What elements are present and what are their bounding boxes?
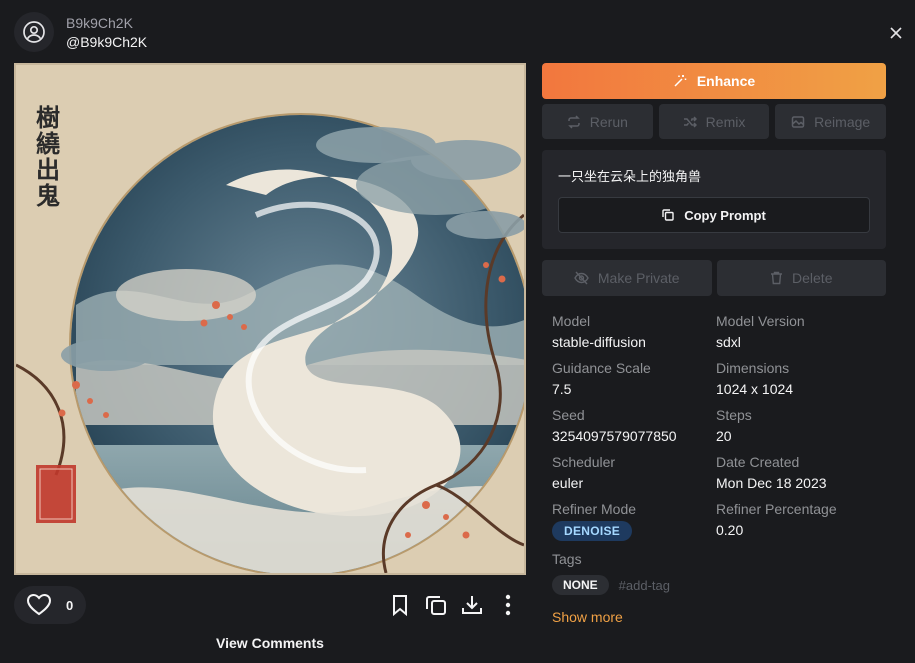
detail-value: 20	[716, 428, 732, 444]
delete-label: Delete	[792, 270, 833, 286]
copy-icon	[426, 596, 446, 615]
bookmark-button[interactable]	[388, 592, 412, 618]
right-panel: Enhance Rerun Remix Reimage 一只坐在云朵上的独角兽	[542, 63, 887, 296]
artwork	[16, 65, 524, 573]
detail-refiner-percentage: Refiner Percentage 0.20	[716, 501, 886, 548]
delete-button[interactable]: Delete	[716, 260, 886, 296]
show-more-link[interactable]: Show more	[552, 609, 886, 625]
user-avatar[interactable]	[14, 12, 54, 52]
remix-button[interactable]: Remix	[658, 104, 770, 139]
view-comments-link[interactable]: View Comments	[14, 635, 526, 651]
make-private-button[interactable]: Make Private	[542, 260, 712, 296]
detail-model: Model stable-diffusion	[552, 313, 716, 360]
add-tag-input[interactable]: #add-tag	[619, 578, 670, 593]
heart-icon	[26, 593, 52, 616]
prompt-text: 一只坐在云朵上的独角兽	[558, 169, 702, 184]
detail-label: Steps	[716, 407, 752, 423]
trash-icon	[771, 271, 783, 285]
rerun-button[interactable]: Rerun	[542, 104, 653, 139]
detail-value: euler	[552, 475, 584, 491]
generated-image[interactable]: 樹 繞 出 鬼	[14, 63, 526, 575]
detail-scheduler: Scheduler euler	[552, 454, 716, 501]
detail-value: 1024 x 1024	[716, 381, 794, 397]
enhance-label: Enhance	[696, 73, 756, 89]
reimage-button[interactable]: Reimage	[775, 104, 887, 139]
repeat-icon	[567, 114, 580, 129]
detail-guidance-scale: Guidance Scale 7.5	[552, 360, 716, 407]
reimage-label: Reimage	[814, 113, 871, 130]
tag-chip[interactable]: NONE	[552, 575, 609, 595]
detail-value: sdxl	[716, 334, 741, 350]
download-icon	[462, 596, 482, 614]
close-button[interactable]	[887, 24, 905, 42]
detail-label: Scheduler	[552, 454, 616, 470]
detail-value: Mon Dec 18 2023	[716, 475, 827, 491]
shuffle-icon	[683, 115, 697, 128]
detail-label: Date Created	[716, 454, 800, 470]
image-action-bar: 0	[14, 586, 526, 626]
more-vertical-icon	[505, 594, 511, 616]
copy-prompt-button[interactable]: Copy Prompt	[558, 197, 870, 233]
user-header: B9k9Ch2K @B9k9Ch2K	[14, 12, 147, 52]
magic-wand-icon	[674, 75, 687, 87]
remix-label: Remix	[705, 113, 746, 130]
make-private-label: Make Private	[597, 270, 680, 286]
tags-label: Tags	[552, 551, 582, 567]
detail-dimensions: Dimensions 1024 x 1024	[716, 360, 886, 407]
image-details: Model stable-diffusion Model Version sdx…	[552, 313, 886, 625]
detail-date-created: Date Created Mon Dec 18 2023	[716, 454, 886, 501]
detail-label: Model	[552, 313, 591, 329]
copy-prompt-label: Copy Prompt	[684, 207, 766, 223]
enhance-button[interactable]: Enhance	[542, 63, 886, 99]
detail-value: stable-diffusion	[552, 334, 646, 350]
rerun-label: Rerun	[589, 113, 628, 130]
username: B9k9Ch2K	[66, 14, 133, 31]
detail-value: 3254097579077850	[552, 428, 677, 444]
close-icon	[890, 27, 902, 39]
prompt-box: 一只坐在云朵上的独角兽 Copy Prompt	[542, 150, 886, 249]
user-circle-icon	[23, 21, 45, 43]
user-handle[interactable]: @B9k9Ch2K	[66, 33, 147, 51]
detail-model-version: Model Version sdxl	[716, 313, 886, 360]
like-count: 0	[66, 597, 74, 613]
detail-label: Refiner Percentage	[716, 501, 837, 517]
tags-row: NONE #add-tag	[552, 575, 886, 595]
download-button[interactable]	[460, 592, 484, 618]
detail-label: Guidance Scale	[552, 360, 651, 376]
more-options-button[interactable]	[496, 592, 520, 618]
detail-steps: Steps 20	[716, 407, 886, 454]
copy-icon	[662, 209, 674, 221]
calligraphy-text: 樹 繞 出 鬼	[36, 103, 60, 210]
detail-label: Dimensions	[716, 360, 790, 376]
detail-refiner-mode: Refiner Mode DENOISE	[552, 501, 716, 548]
bookmark-icon	[393, 595, 407, 616]
refiner-mode-badge: DENOISE	[552, 521, 633, 541]
detail-label: Seed	[552, 407, 585, 423]
image-icon	[791, 115, 805, 128]
copy-image-button[interactable]	[424, 592, 448, 618]
detail-seed: Seed 3254097579077850	[552, 407, 716, 454]
like-button[interactable]: 0	[14, 586, 86, 624]
detail-value: 0.20	[716, 522, 744, 538]
detail-value: 7.5	[552, 381, 572, 397]
detail-label: Refiner Mode	[552, 501, 637, 517]
eye-off-icon	[574, 271, 589, 285]
detail-label: Model Version	[716, 313, 805, 329]
